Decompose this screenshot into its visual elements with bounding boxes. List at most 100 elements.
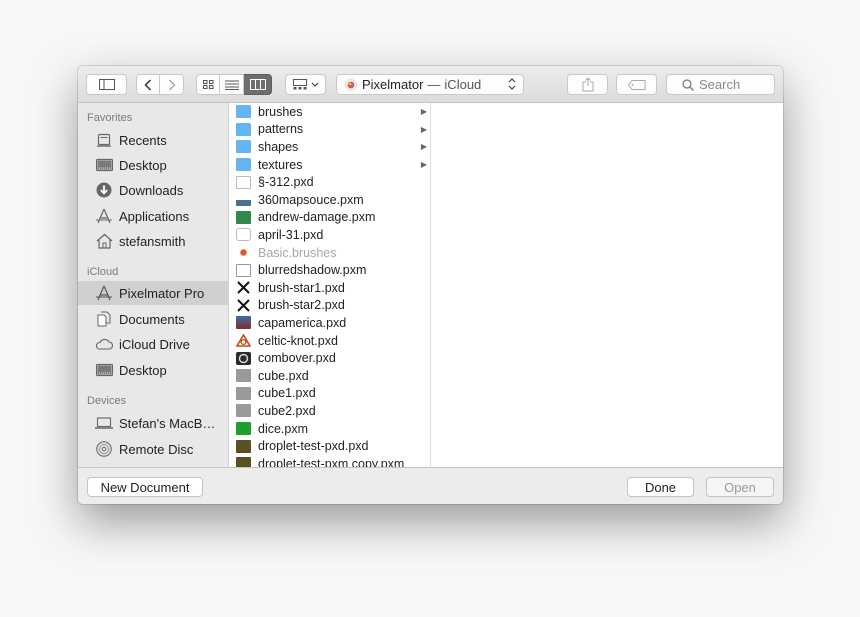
- file-row[interactable]: andrew-damage.pxm: [229, 209, 430, 227]
- sidebar-item-recents[interactable]: Recents: [78, 128, 229, 152]
- file-row[interactable]: capamerica.pxd: [229, 314, 430, 332]
- sidebar-item-label: Desktop: [119, 157, 167, 173]
- open-button[interactable]: Open: [706, 477, 774, 497]
- back-button[interactable]: [136, 74, 160, 95]
- sidebar-item-label: Downloads: [119, 182, 184, 198]
- folder-row[interactable]: patterns ▶: [229, 121, 430, 139]
- file-icon: [236, 316, 251, 330]
- file-name: droplet-test-pxm copy.pxm: [258, 456, 405, 467]
- sidebar-item-label: Stefan's MacB…: [119, 415, 216, 431]
- file-row[interactable]: april-31.pxd: [229, 226, 430, 244]
- sidebar-item-pixelmator-pro[interactable]: Pixelmator Pro: [78, 281, 229, 305]
- folder-icon: [236, 158, 251, 172]
- file-name: 360mapsouce.pxm: [258, 192, 364, 207]
- file-name: textures: [258, 157, 303, 172]
- icon-view-icon: [202, 80, 213, 89]
- file-row[interactable]: droplet-test-pxm copy.pxm: [229, 455, 430, 467]
- column-view-button[interactable]: [244, 74, 272, 95]
- sidebar-item-icloud-drive[interactable]: iCloud Drive: [78, 332, 229, 356]
- sidebar-item-home[interactable]: stefansmith: [78, 229, 229, 253]
- bottom-bar: New Document Done Open: [78, 467, 783, 504]
- disclosure-arrow-icon: ▶: [420, 142, 427, 152]
- sidebar-toggle-button[interactable]: [86, 74, 127, 95]
- file-row[interactable]: cube1.pxd: [229, 385, 430, 403]
- sidebar-item-documents[interactable]: Documents: [78, 307, 229, 331]
- file-icon: [236, 263, 251, 277]
- file-column[interactable]: brushes ▶ patterns ▶ shapes ▶ textures ▶ §-312.p…: [229, 103, 431, 467]
- file-row[interactable]: brush-star1.pxd: [229, 279, 430, 297]
- sidebar-item-macbook[interactable]: Stefan's MacB…: [78, 411, 229, 435]
- applications-icon: [95, 284, 113, 302]
- toolbar: Pixelmator — iCloud Search: [78, 66, 783, 103]
- sidebar-section-icloud: iCloud: [87, 266, 119, 278]
- preview-column: [431, 103, 783, 467]
- file-row[interactable]: droplet-test-pxd.pxd: [229, 437, 430, 455]
- sidebar-item-downloads[interactable]: Downloads: [78, 178, 229, 202]
- tag-button[interactable]: [616, 74, 657, 95]
- sidebar-item-label: stefansmith: [119, 233, 186, 249]
- gallery-view-menu-button[interactable]: [285, 74, 326, 95]
- file-name: capamerica.pxd: [258, 315, 347, 330]
- file-name: blurredshadow.pxm: [258, 263, 367, 278]
- file-row[interactable]: Basic.brushes: [229, 244, 430, 262]
- file-name: april-31.pxd: [258, 227, 324, 242]
- sidebar-item-desktop[interactable]: Desktop: [78, 153, 229, 177]
- forward-button[interactable]: [160, 74, 184, 95]
- folder-row[interactable]: brushes ▶: [229, 103, 430, 121]
- file-row[interactable]: cube.pxd: [229, 367, 430, 385]
- file-name: brush-star2.pxd: [258, 298, 345, 313]
- gallery-view-icon: [292, 79, 307, 90]
- file-name: cube1.pxd: [258, 386, 316, 401]
- file-icon: [236, 369, 251, 383]
- sidebar: Favorites Recents Desktop Downloads Appl…: [78, 103, 229, 467]
- file-row[interactable]: blurredshadow.pxm: [229, 261, 430, 279]
- file-row[interactable]: brush-star2.pxd: [229, 297, 430, 315]
- file-name: andrew-damage.pxm: [258, 210, 376, 225]
- file-row[interactable]: celtic-knot.pxd: [229, 332, 430, 350]
- sidebar-item-icloud-desktop[interactable]: Desktop: [78, 358, 229, 382]
- file-row[interactable]: cube2.pxd: [229, 402, 430, 420]
- location-name: iCloud: [444, 77, 482, 92]
- file-row[interactable]: dice.pxm: [229, 420, 430, 438]
- icon-view-button[interactable]: [196, 74, 220, 95]
- applications-icon: [95, 207, 113, 225]
- location-popup[interactable]: Pixelmator — iCloud: [336, 74, 524, 95]
- sidebar-section-devices: Devices: [87, 395, 127, 407]
- file-name: shapes: [258, 139, 299, 154]
- folder-icon: [236, 140, 251, 154]
- up-down-arrows-icon: [508, 77, 516, 92]
- file-name: celtic-knot.pxd: [258, 333, 338, 348]
- sidebar-item-label: iCloud Drive: [119, 336, 190, 352]
- disclosure-arrow-icon: ▶: [420, 107, 427, 117]
- file-icon: [236, 422, 251, 436]
- file-icon: [236, 281, 251, 295]
- sidebar-item-remote-disc[interactable]: Remote Disc: [78, 437, 229, 461]
- file-icon: [236, 246, 251, 260]
- file-icon: [236, 210, 251, 224]
- file-row[interactable]: §-312.pxd: [229, 173, 430, 191]
- list-view-button[interactable]: [220, 74, 244, 95]
- folder-row[interactable]: textures ▶: [229, 156, 430, 174]
- disclosure-arrow-icon: ▶: [420, 160, 427, 170]
- done-button[interactable]: Done: [627, 477, 694, 497]
- file-icon: [236, 193, 251, 207]
- file-row[interactable]: 360mapsouce.pxm: [229, 191, 430, 209]
- sidebar-item-label: Remote Disc: [119, 441, 194, 457]
- folder-row[interactable]: shapes ▶: [229, 138, 430, 156]
- cloud-icon: [95, 335, 113, 353]
- open-dialog-window: Pixelmator — iCloud Search Favorites Rec…: [78, 66, 783, 504]
- search-field[interactable]: Search: [666, 74, 775, 95]
- home-icon: [95, 232, 113, 250]
- recents-icon: [95, 131, 113, 149]
- file-row[interactable]: combover.pxd: [229, 349, 430, 367]
- location-app-name: Pixelmator: [362, 77, 424, 92]
- file-icon: [235, 333, 252, 348]
- share-button[interactable]: [567, 74, 608, 95]
- sidebar-item-applications[interactable]: Applications: [78, 204, 229, 228]
- file-icon: [236, 228, 251, 242]
- file-name: brush-star1.pxd: [258, 280, 345, 295]
- new-document-button[interactable]: New Document: [87, 477, 203, 497]
- file-icon: [236, 386, 251, 400]
- sidebar-item-label: Applications: [119, 208, 190, 224]
- file-name: cube.pxd: [258, 368, 309, 383]
